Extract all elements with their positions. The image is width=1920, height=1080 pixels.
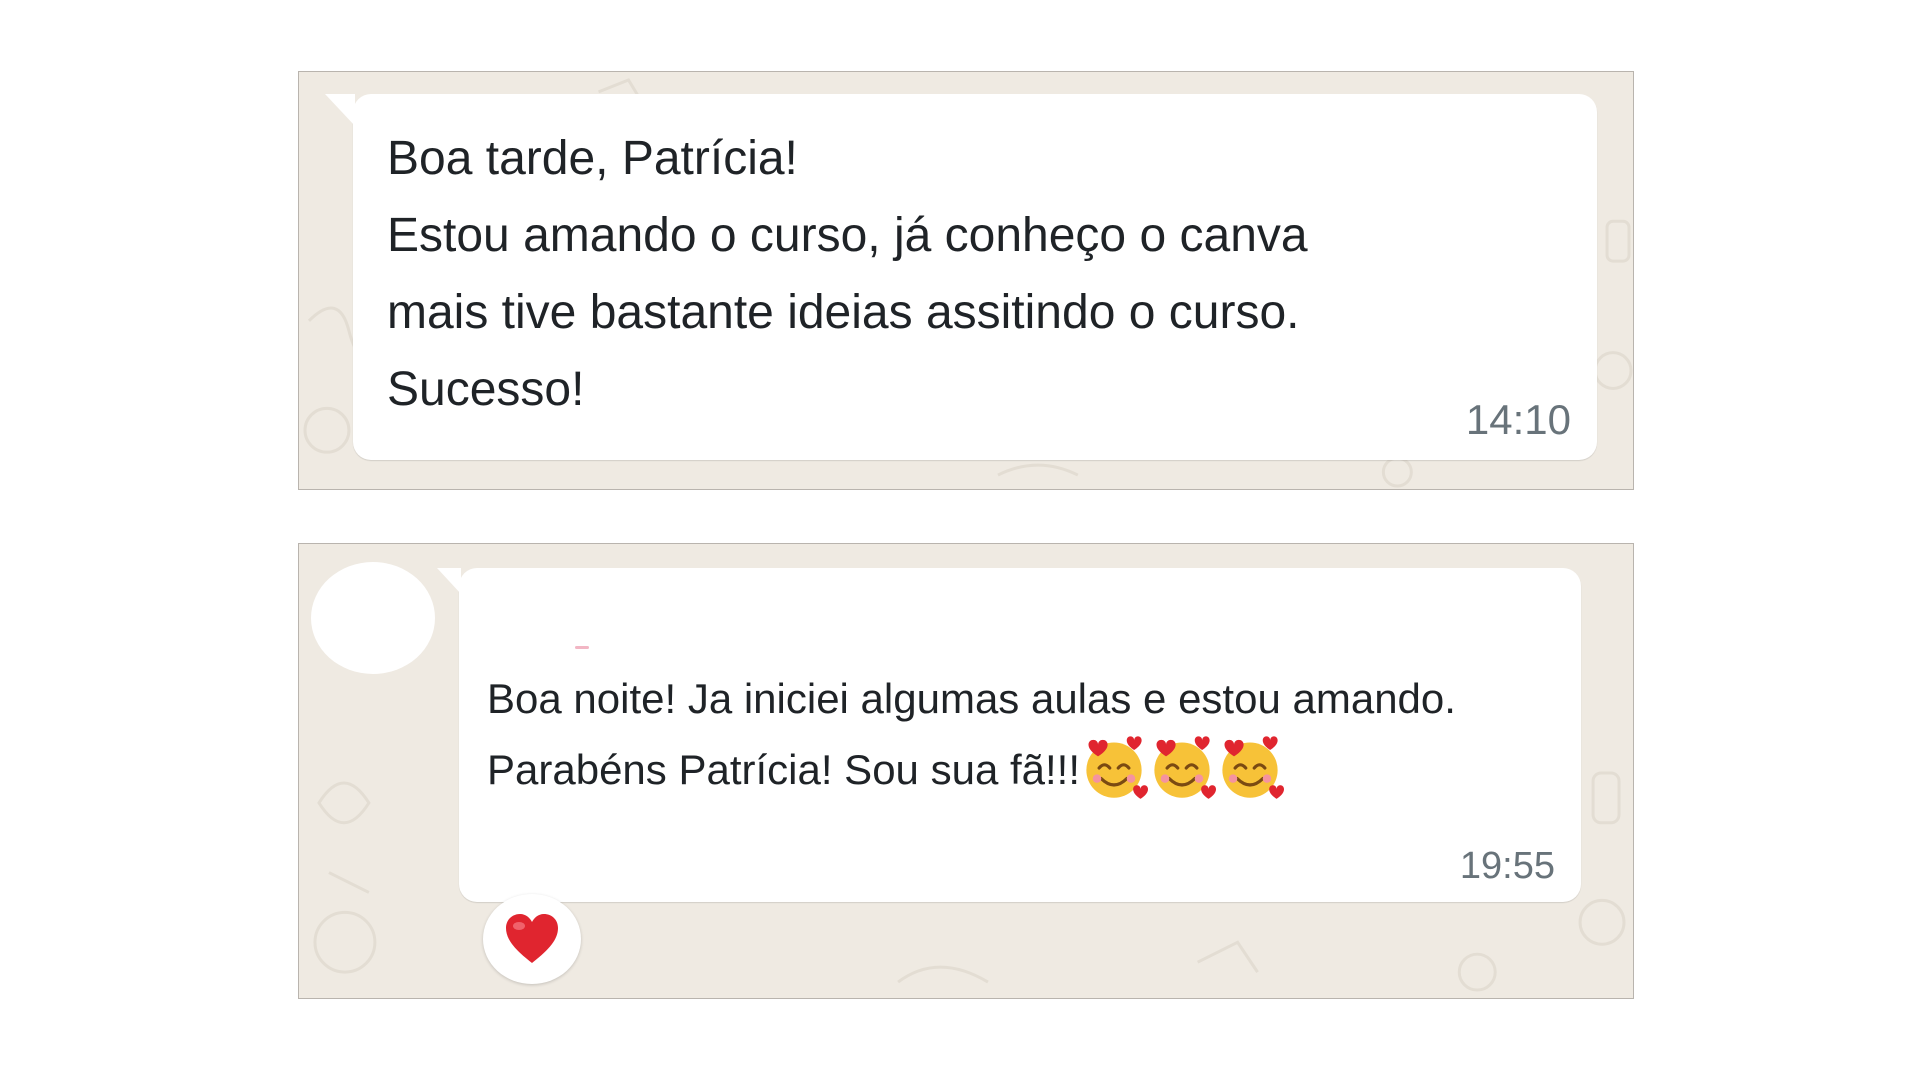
red-heart-icon [506,914,558,963]
chat-screenshot-1: Boa tarde, Patrícia! Estou amando o curs… [298,71,1634,490]
message-timestamp: 19:55 [1459,845,1555,887]
smiling-face-with-hearts-icon [1222,736,1285,799]
message-text: Boa tarde, Patrícia! Estou amando o curs… [387,132,1308,416]
sender-name-mark [575,646,589,649]
smiling-face-with-hearts-icon [1154,736,1217,799]
smiling-face-with-hearts-icon [1086,736,1149,799]
message-bubble[interactable]: Boa tarde, Patrícia! Estou amando o curs… [325,94,1597,460]
reaction-badge[interactable] [483,894,581,984]
avatar[interactable] [311,562,435,674]
bubble-tail [325,94,355,126]
bubble-tail [437,568,461,594]
message-text: Boa noite! Ja iniciei algumas aulas e es… [487,675,1456,793]
message-timestamp: 14:10 [1465,396,1571,443]
chat-screenshot-2: Boa noite! Ja iniciei algumas aulas e es… [298,543,1634,999]
message-bubble[interactable]: Boa noite! Ja iniciei algumas aulas e es… [437,568,1581,902]
message-content: Boa noite! Ja iniciei algumas aulas e es… [487,664,1567,805]
